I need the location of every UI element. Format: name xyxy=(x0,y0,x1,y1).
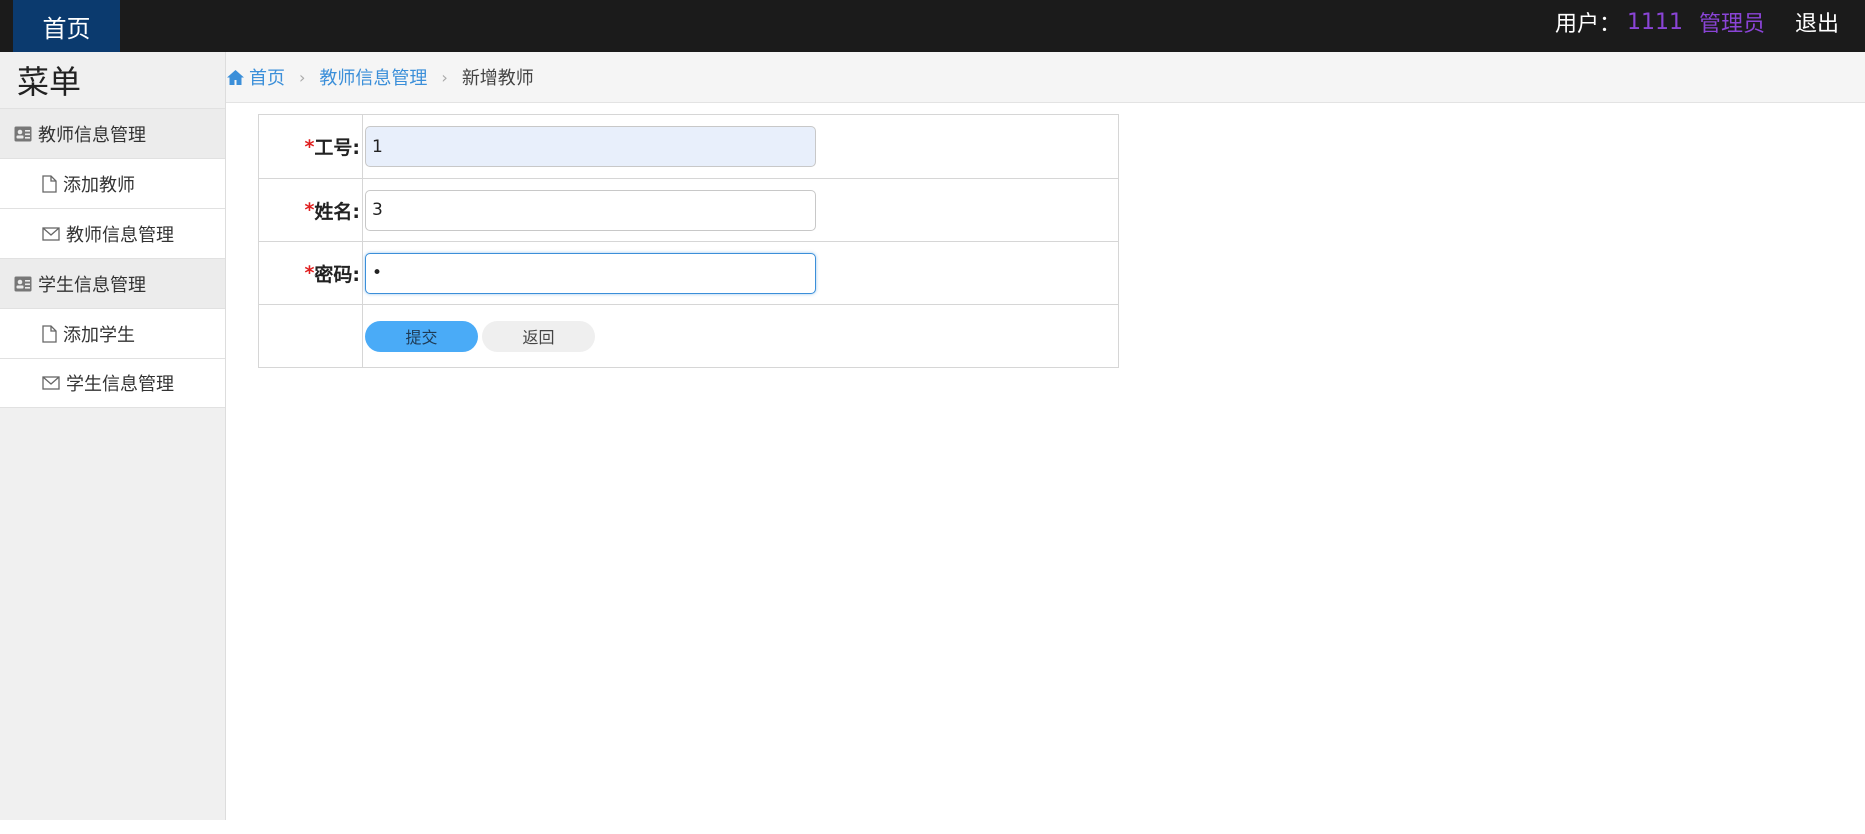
user-area: 用户： 1111 管理员 退出 xyxy=(1555,0,1839,44)
field-label: * 密码: xyxy=(259,242,363,304)
user-id: 1111 xyxy=(1626,9,1683,35)
menu-title: 菜单 xyxy=(17,63,82,101)
file-icon xyxy=(42,324,57,343)
employee-id-input[interactable] xyxy=(365,126,816,167)
home-tab[interactable]: 首页 xyxy=(13,0,120,52)
sidebar-item-add-student[interactable]: 添加学生 xyxy=(0,308,225,358)
breadcrumb: 首页 › 教师信息管理 › 新增教师 xyxy=(226,52,1865,103)
sidebar-group-label: 学生信息管理 xyxy=(38,274,146,296)
field-label-text: 姓名: xyxy=(314,200,360,223)
sidebar-item-student-manage[interactable]: 学生信息管理 xyxy=(0,358,225,408)
empty-label-cell xyxy=(259,305,363,367)
home-icon xyxy=(226,69,245,86)
field-label: * 工号: xyxy=(259,115,363,178)
breadcrumb-current: 新增教师 xyxy=(461,68,534,89)
user-role: 管理员 xyxy=(1698,12,1765,37)
password-input[interactable] xyxy=(365,252,816,294)
sidebar: 菜单 教师信息管理 添加教师 教师信息管理 学生信息管理 添加学生 学生信息管理 xyxy=(0,52,226,820)
sidebar-group-student[interactable]: 学生信息管理 xyxy=(0,258,225,308)
sidebar-item-label: 添加学生 xyxy=(63,324,135,346)
top-navbar: 首页 用户： 1111 管理员 退出 xyxy=(0,0,1865,52)
id-card-icon xyxy=(14,126,32,142)
required-mark: * xyxy=(304,262,315,284)
add-teacher-form: *工号: *姓名: *密码: 提交 返回 xyxy=(258,114,1119,368)
envelope-icon xyxy=(42,226,60,241)
back-button[interactable]: 返回 xyxy=(482,320,595,352)
name-input[interactable] xyxy=(365,189,816,231)
envelope-icon xyxy=(42,376,60,390)
file-icon xyxy=(42,174,57,193)
field-label: * 姓名: xyxy=(259,179,363,241)
breadcrumb-teacher-manage[interactable]: 教师信息管理 xyxy=(319,64,427,90)
sidebar-item-teacher-manage[interactable]: 教师信息管理 xyxy=(0,208,225,258)
form-row-password: * 密码: xyxy=(259,241,1118,304)
submit-button[interactable]: 提交 xyxy=(365,320,478,352)
chevron-right-icon: › xyxy=(441,67,448,87)
logout-link[interactable]: 退出 xyxy=(1795,6,1839,38)
required-mark: * xyxy=(304,199,315,221)
sidebar-item-label: 添加教师 xyxy=(63,174,135,196)
sidebar-item-label: 教师信息管理 xyxy=(66,224,174,246)
sidebar-item-label: 学生信息管理 xyxy=(66,374,174,395)
id-card-icon xyxy=(14,276,32,292)
chevron-right-icon: › xyxy=(299,67,306,87)
sidebar-group-label: 教师信息管理 xyxy=(38,124,146,146)
field-label-text: 工号: xyxy=(314,137,360,159)
field-label-text: 密码: xyxy=(314,263,360,286)
sidebar-group-teacher[interactable]: 教师信息管理 xyxy=(0,108,225,158)
sidebar-item-add-teacher[interactable]: 添加教师 xyxy=(0,158,225,208)
form-row-id: * 工号: xyxy=(259,115,1118,178)
user-label: 用户： xyxy=(1554,12,1621,37)
required-mark: * xyxy=(304,135,315,158)
form-row-actions: 提交 返回 xyxy=(259,304,1118,367)
breadcrumb-home[interactable]: 首页 xyxy=(249,64,285,90)
form-row-name: * 姓名: xyxy=(259,178,1118,241)
